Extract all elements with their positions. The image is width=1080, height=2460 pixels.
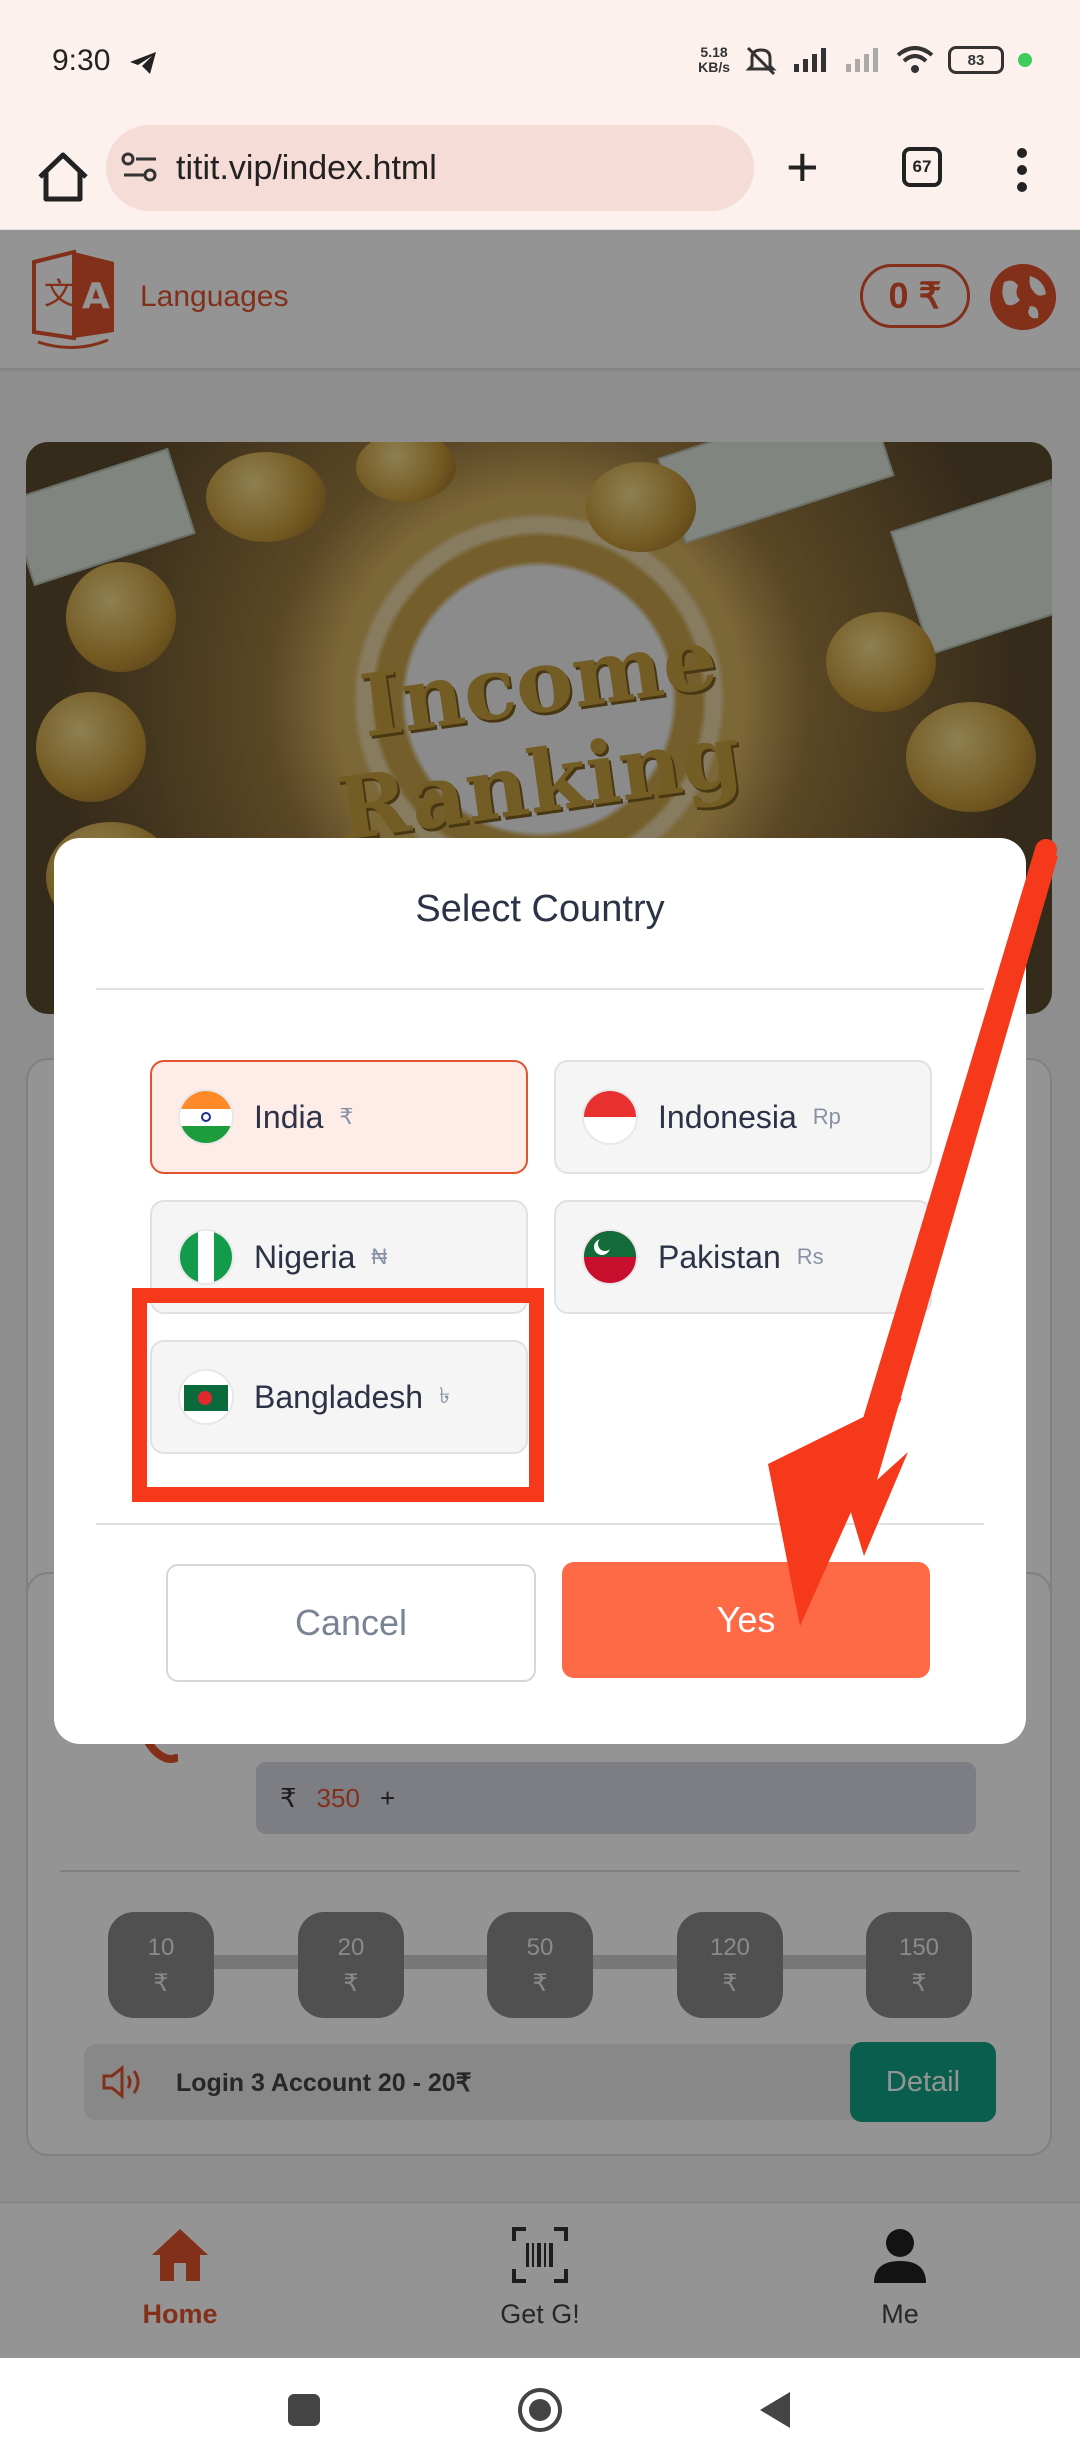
indonesia-flag-icon (582, 1089, 638, 1145)
dialog-divider (96, 1523, 984, 1525)
signal-icon (794, 48, 826, 72)
country-name: India (254, 1098, 324, 1135)
dialog-divider (96, 988, 984, 990)
wifi-icon (896, 46, 934, 73)
home-circle-icon[interactable] (516, 2386, 564, 2434)
country-option-pakistan[interactable]: Pakistan Rs (554, 1200, 932, 1314)
new-tab-icon[interactable]: + (786, 139, 819, 195)
annotation-highlight-box (132, 1288, 544, 1502)
country-option-indonesia[interactable]: Indonesia Rp (554, 1060, 932, 1174)
browser-toolbar: titit.vip/index.html + 67 (0, 125, 1080, 230)
mute-icon (745, 46, 777, 76)
url-bar[interactable]: titit.vip/index.html (106, 125, 754, 211)
dialog-title: Select Country (415, 888, 665, 930)
pakistan-flag-icon (582, 1229, 638, 1285)
currency-symbol: ₦ (371, 1244, 388, 1269)
currency-symbol: Rs (796, 1244, 824, 1269)
india-flag-icon (178, 1089, 234, 1145)
net-speed: 5.18 KB/s (698, 44, 730, 75)
country-name: Indonesia (658, 1098, 797, 1135)
status-bar: 9:30 5.18 KB/s 83 (0, 0, 1080, 125)
nigeria-flag-icon (178, 1229, 234, 1285)
status-icons: 5.18 KB/s 83 (698, 40, 1032, 80)
home-icon[interactable] (28, 143, 98, 213)
recent-apps-icon[interactable] (286, 2392, 322, 2428)
telegram-icon (130, 52, 156, 74)
tab-switcher-button[interactable]: 67 (902, 147, 942, 187)
system-nav-bar (0, 2358, 1080, 2460)
url-text[interactable]: titit.vip/index.html (176, 149, 437, 188)
more-menu-icon[interactable] (1014, 145, 1030, 195)
back-triangle-icon[interactable] (758, 2390, 794, 2430)
country-option-india[interactable]: India ₹ (150, 1060, 528, 1174)
status-time: 9:30 (52, 44, 111, 77)
signal-2-icon (846, 48, 878, 72)
country-name: Nigeria (254, 1238, 356, 1275)
battery-indicator: 83 (948, 46, 1004, 74)
yes-button[interactable]: Yes (562, 1562, 930, 1678)
status-dot (1018, 53, 1032, 67)
cancel-button[interactable]: Cancel (166, 1564, 536, 1682)
currency-symbol: Rp (812, 1104, 841, 1129)
currency-symbol: ₹ (339, 1104, 354, 1129)
country-name: Pakistan (658, 1238, 781, 1275)
site-settings-icon[interactable] (120, 151, 160, 185)
